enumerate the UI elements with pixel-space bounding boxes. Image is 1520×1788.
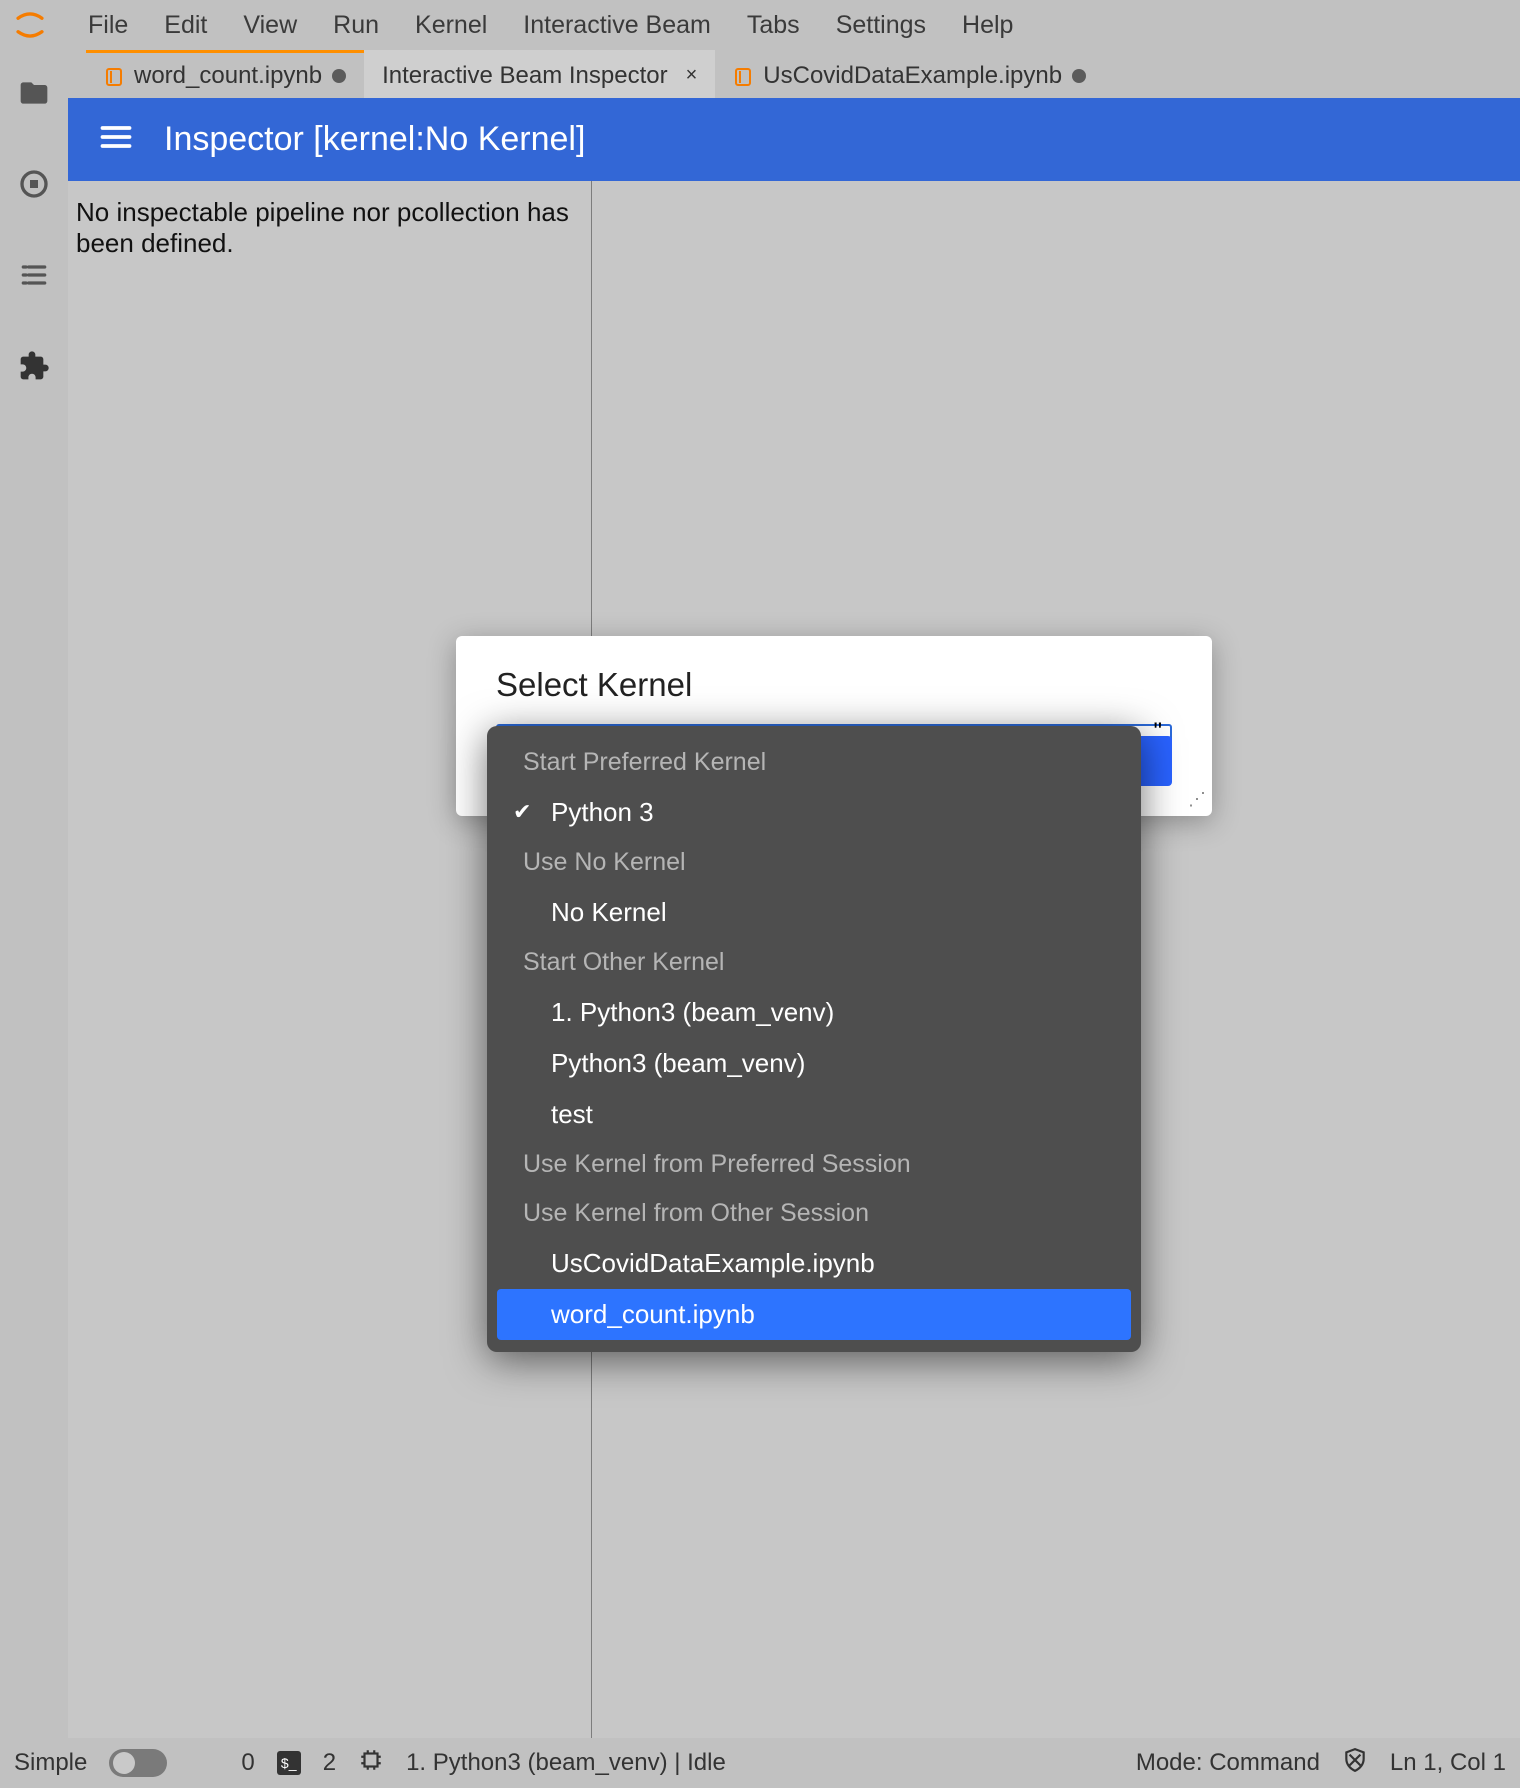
group-start-other: Start Other Kernel [487,938,1141,987]
toc-icon[interactable] [16,257,52,293]
running-icon[interactable] [16,166,52,202]
option-label: Python 3 [551,797,654,827]
menu-interactive-beam[interactable]: Interactive Beam [505,3,729,48]
tab-label: UsCovidDataExample.ipynb [763,62,1062,90]
group-other-session: Use Kernel from Other Session [487,1189,1141,1238]
trust-icon[interactable] [1342,1747,1368,1780]
notebook-icon [104,66,124,86]
kernel-status-text[interactable]: 1. Python3 (beam_venv) | Idle [406,1749,726,1777]
hamburger-icon[interactable] [98,119,134,160]
simple-toggle[interactable] [109,1749,167,1777]
menu-view[interactable]: View [225,3,315,48]
tab-word-count[interactable]: word_count.ipynb [86,50,364,98]
dialog-title: Select Kernel [496,666,1172,704]
tab-label: Interactive Beam Inspector [382,62,667,90]
option-label: Python3 (beam_venv) [551,1048,805,1078]
jupyter-logo-icon [10,5,50,45]
check-icon: ✔ [513,799,531,825]
kernel-option-uscovid-session[interactable]: UsCovidDataExample.ipynb [487,1238,1141,1289]
inspector-header: Inspector [kernel:No Kernel] [68,98,1520,181]
menu-file[interactable]: File [70,3,146,48]
inspector-empty-message: No inspectable pipeline nor pcollection … [76,197,569,258]
terminal-icon[interactable]: $_ [277,1751,301,1775]
menu-kernel[interactable]: Kernel [397,3,505,48]
kernel-option-python3[interactable]: ✔ Python 3 [487,787,1141,838]
menu-tabs[interactable]: Tabs [729,3,818,48]
status-bar: Simple 0 $_ 2 1. Python3 (beam_venv) | I… [0,1738,1520,1788]
resize-handle-icon[interactable]: ⋰ [1188,789,1206,810]
menu-help[interactable]: Help [944,3,1031,48]
close-icon[interactable]: × [686,64,698,87]
tab-uscovid[interactable]: UsCovidDataExample.ipynb [715,50,1104,98]
tab-label: word_count.ipynb [134,62,322,90]
cursor-position[interactable]: Ln 1, Col 1 [1390,1749,1506,1777]
folder-icon[interactable] [16,75,52,111]
status-count-2[interactable]: 2 [323,1749,336,1777]
kernel-option-wordcount-session[interactable]: word_count.ipynb [497,1289,1131,1340]
menu-edit[interactable]: Edit [146,3,225,48]
group-use-no-kernel: Use No Kernel [487,838,1141,887]
menu-run[interactable]: Run [315,3,397,48]
left-sidebar [0,50,68,1738]
group-start-preferred: Start Preferred Kernel [487,738,1141,787]
tab-bar: word_count.ipynb Interactive Beam Inspec… [68,50,1520,98]
option-label: No Kernel [551,897,667,927]
option-label: word_count.ipynb [551,1299,755,1329]
kernel-option-no-kernel[interactable]: No Kernel [487,887,1141,938]
option-label: UsCovidDataExample.ipynb [551,1248,875,1278]
inspector-title: Inspector [kernel:No Kernel] [164,120,585,159]
tab-inspector[interactable]: Interactive Beam Inspector × [364,50,715,98]
option-label: 1. Python3 (beam_venv) [551,997,834,1027]
menu-settings[interactable]: Settings [818,3,944,48]
dirty-indicator-icon [1072,69,1086,83]
mode-indicator[interactable]: Mode: Command [1136,1749,1320,1777]
simple-label: Simple [14,1749,87,1777]
group-preferred-session: Use Kernel from Preferred Session [487,1140,1141,1189]
kernel-picker-popup: Start Preferred Kernel ✔ Python 3 Use No… [487,726,1141,1352]
status-count-0[interactable]: 0 [241,1749,254,1777]
kernel-option-beam-venv-2[interactable]: Python3 (beam_venv) [487,1038,1141,1089]
dirty-indicator-icon [332,69,346,83]
option-label: test [551,1099,593,1129]
kernel-option-beam-venv-1[interactable]: 1. Python3 (beam_venv) [487,987,1141,1038]
kernel-option-test[interactable]: test [487,1089,1141,1140]
notebook-icon [733,66,753,86]
kernel-status-icon[interactable] [358,1747,384,1780]
extension-icon[interactable] [16,348,52,384]
menu-bar: File Edit View Run Kernel Interactive Be… [0,0,1520,50]
